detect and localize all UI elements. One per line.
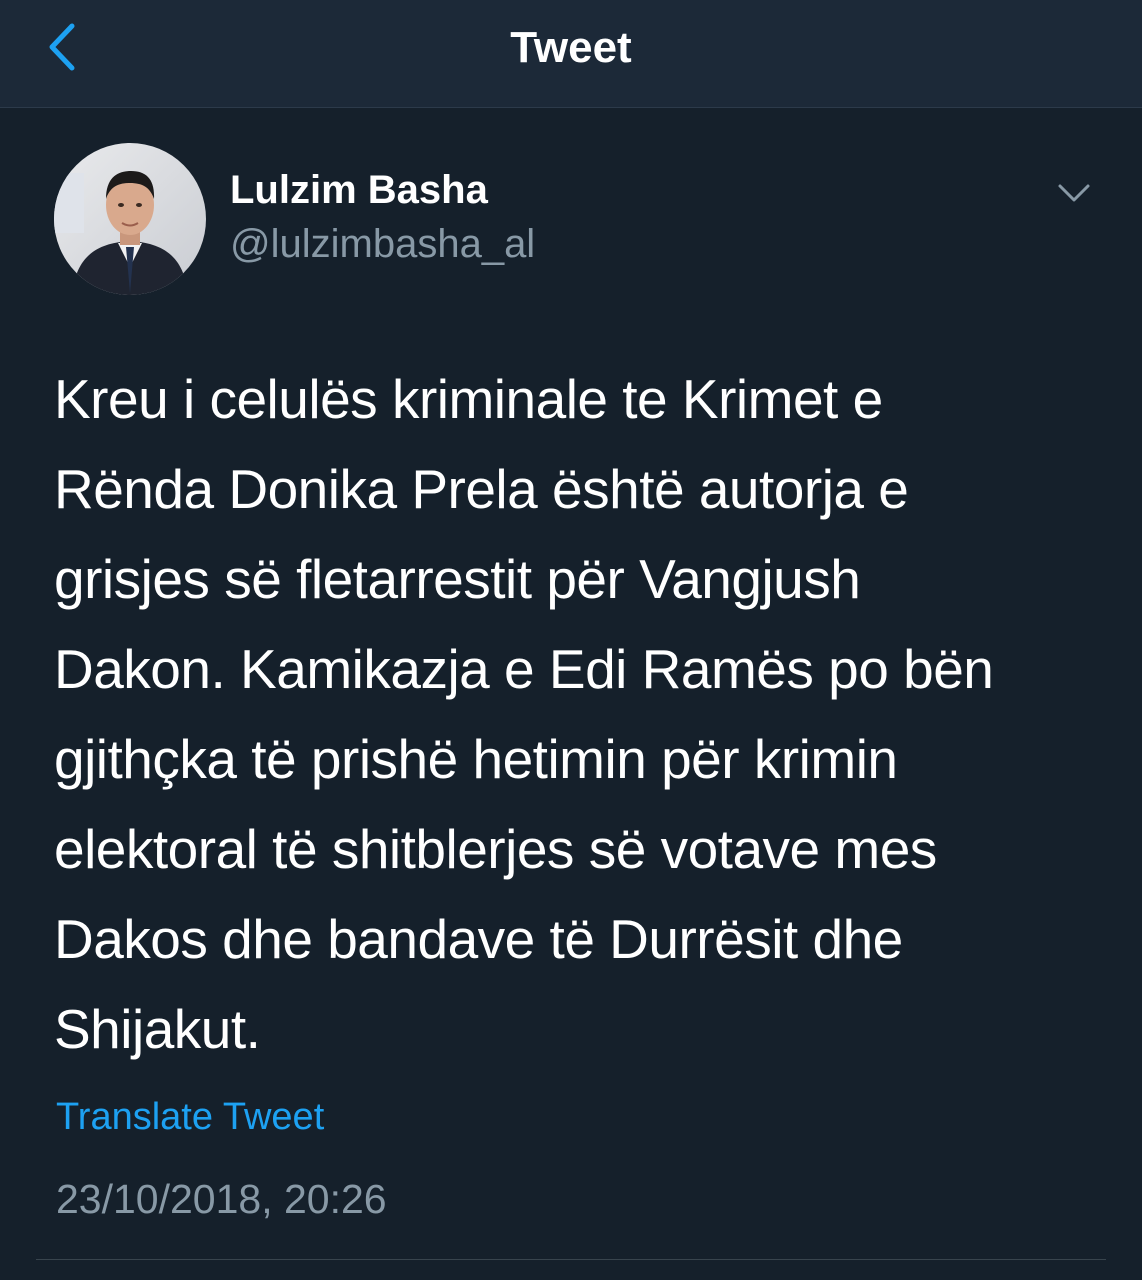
- chevron-down-icon: [1058, 184, 1090, 202]
- tweet-menu-button[interactable]: [1052, 174, 1096, 214]
- tweet-timestamp: 23/10/2018, 20:26: [56, 1176, 387, 1222]
- translate-tweet-link[interactable]: Translate Tweet: [56, 1094, 324, 1140]
- avatar[interactable]: [54, 143, 206, 295]
- author-handle[interactable]: @lulzimbasha_al: [230, 220, 535, 268]
- profile-photo: [54, 143, 206, 295]
- tweet-text: Kreu i celulës kriminale te Krimet e Rën…: [54, 368, 994, 1060]
- page-title: Tweet: [510, 23, 632, 72]
- author-display-name[interactable]: Lulzim Basha: [230, 166, 488, 214]
- divider: [36, 1259, 1106, 1260]
- top-navigation-bar: Tweet: [0, 0, 1142, 108]
